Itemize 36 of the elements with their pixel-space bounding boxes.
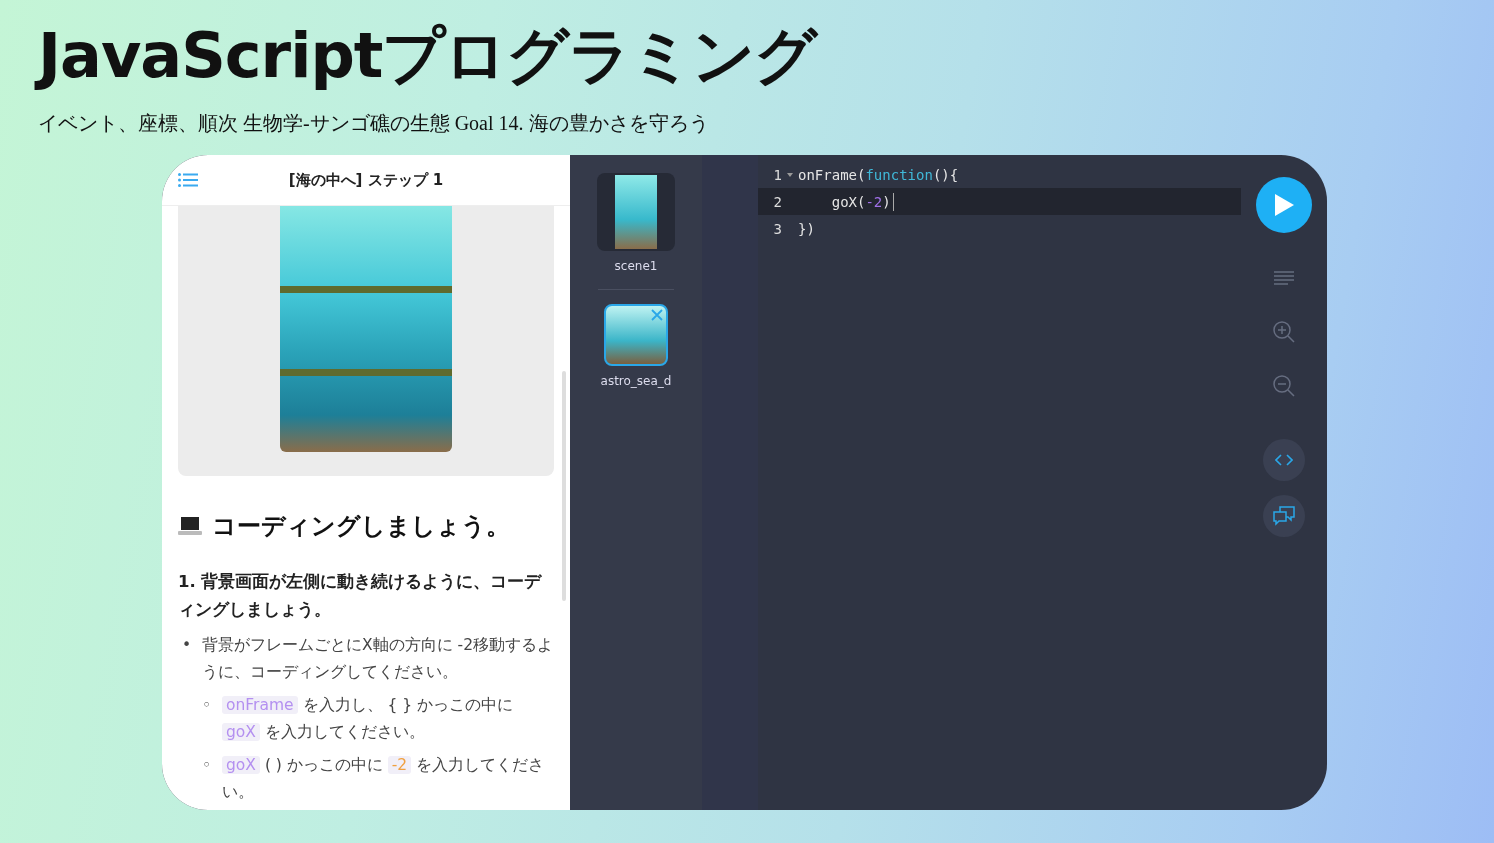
menu-icon[interactable] xyxy=(178,173,198,187)
lesson-title: [海の中へ] ステップ 1 xyxy=(287,170,445,190)
text-cursor xyxy=(892,192,894,211)
thumbnail-label: scene1 xyxy=(614,259,658,273)
format-lines-icon[interactable] xyxy=(1274,271,1294,285)
bullet-marker: ◦ xyxy=(202,695,212,716)
help-chat-button[interactable] xyxy=(1263,495,1305,537)
zoom-in-icon[interactable] xyxy=(1273,321,1295,343)
section-heading: コーディングしましょう。 xyxy=(212,511,510,542)
zoom-out-icon[interactable] xyxy=(1273,375,1295,397)
bullet-marker: ◦ xyxy=(202,755,212,776)
sprite-thumbnail[interactable] xyxy=(604,304,668,366)
play-button[interactable] xyxy=(1256,177,1312,233)
slide-subtitle: イベント、座標、順次 生物学-サンゴ礁の生態 Goal 14. 海の豊かさを守ろう xyxy=(38,111,710,136)
sub-instruction: goX ( ) かっこの中に -2 を入力してください。 xyxy=(222,755,546,803)
code-editor[interactable]: 1 onFrame(function(){ 2 goX(-2) 3 }) xyxy=(758,155,1241,810)
code-line: onFrame(function(){ xyxy=(798,166,959,183)
scrollbar[interactable] xyxy=(562,371,566,601)
bullet-text: 背景がフレームごとにX軸の方向に -2移動するように、コーディングしてください。 xyxy=(202,635,554,683)
line-number: 2 xyxy=(772,193,782,210)
code-line: goX(-2) xyxy=(830,193,891,210)
chat-question-icon xyxy=(1273,506,1295,526)
thumbnail-label: astro_sea_d xyxy=(600,374,672,388)
code-line: }) xyxy=(798,220,815,237)
play-icon xyxy=(1273,193,1295,217)
close-icon[interactable] xyxy=(651,309,663,321)
code-view-button[interactable] xyxy=(1263,439,1305,481)
step-instruction: 1. 背景画面が左側に動き続けるように、コーディングしましょう。 xyxy=(178,571,543,621)
sub-instruction: onFrame を入力し、 { } かっこの中に goX を入力してください。 xyxy=(222,692,554,746)
line-number: 3 xyxy=(772,220,782,237)
bullet-marker: • xyxy=(182,635,192,656)
line-number: 1 xyxy=(772,166,782,183)
code-brackets-icon xyxy=(1275,454,1293,466)
scene-thumbnail[interactable] xyxy=(597,173,675,251)
laptop-icon xyxy=(178,516,202,536)
fold-caret-icon[interactable] xyxy=(786,170,794,179)
